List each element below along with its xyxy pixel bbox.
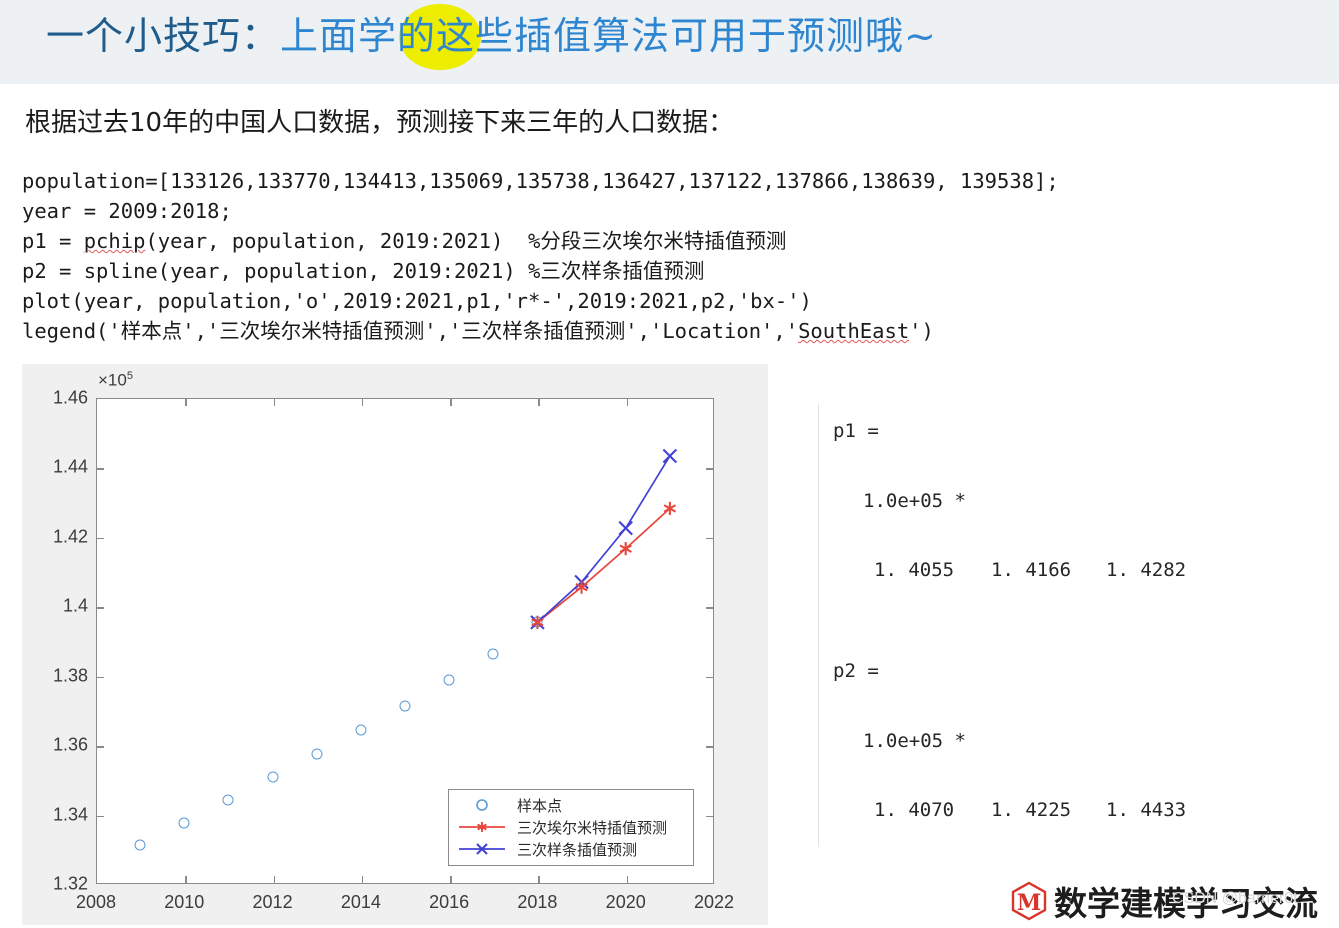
y-tick-label: 1.42 — [52, 526, 88, 547]
matlab-console-output: p1 = 1.0e+05 * 1. 4055 1. 4166 1. 4282 p… — [818, 404, 1269, 847]
p1-label: p1 = — [833, 420, 879, 442]
y-axis-exponent-label: ×105 — [98, 370, 133, 390]
x-tick-label: 2016 — [429, 892, 470, 912]
svg-text:M: M — [1017, 890, 1041, 916]
brand-logo-text: 数学建模学习交流 — [1054, 884, 1318, 923]
p2-label: p2 = — [833, 660, 879, 682]
page-title: 一个小技巧：上面学的这些插值算法可用于预测哦~ — [46, 11, 937, 61]
code-line-1: population=[133126,133770,134413,135069,… — [22, 169, 1059, 193]
slide-header-band: 一个小技巧：上面学的这些插值算法可用于预测哦~ — [0, 0, 1339, 84]
y-tick-label: 1.4 — [62, 595, 88, 616]
description-text: 根据过去10年的中国人口数据，预测接下来三年的人口数据： — [25, 108, 735, 138]
code-line-2: year = 2009:2018; — [22, 199, 232, 223]
p1-value-1: 1. 4055 — [874, 559, 955, 581]
x-tick-label: 2018 — [517, 892, 558, 912]
y-tick-label: 1.38 — [52, 665, 88, 686]
x-tick-label: 2012 — [252, 892, 293, 912]
hexagon-m-icon: M — [1007, 879, 1051, 923]
y-tick-label: 1.34 — [52, 804, 88, 825]
legend-marker — [457, 795, 507, 815]
code-line-3: p1 = pchip(year, population, 2019:2021) … — [22, 229, 787, 253]
p1-scale: 1.0e+05 * — [863, 490, 966, 512]
x-marker — [618, 520, 633, 536]
legend-label: 三次埃尔米特插值预测 — [517, 818, 668, 837]
chart-legend: 样本点三次埃尔米特插值预测 三次样条插值预测 — [448, 789, 694, 866]
p2-value-3: 1. 4433 — [1106, 799, 1187, 821]
legend-entry: 样本点 — [457, 794, 685, 816]
matlab-code-block: population=[133126,133770,134413,135069,… — [22, 166, 1059, 346]
y-tick-label: 1.36 — [52, 734, 88, 755]
legend-label: 三次样条插值预测 — [517, 840, 638, 859]
x-tick-label: 2010 — [164, 892, 205, 912]
x-tick-label: 2020 — [605, 892, 646, 912]
p1-value-3: 1. 4282 — [1106, 559, 1187, 581]
x-tick-label: 2014 — [340, 892, 381, 912]
x-marker — [662, 448, 678, 464]
legend-label: 样本点 — [517, 796, 563, 815]
code-line-5: plot(year, population,'o',2019:2021,p1,'… — [22, 289, 812, 313]
legend-entry: 三次样条插值预测 — [457, 838, 685, 860]
p2-scale: 1.0e+05 * — [863, 730, 966, 752]
x-tick-label: 2008 — [75, 892, 117, 912]
p1-value-2: 1. 4166 — [991, 559, 1072, 581]
brand-logo: M 数学建模学习交流 — [1007, 877, 1318, 925]
legend-marker — [457, 817, 507, 837]
matlab-figure: ×105 1.32 1.34 1.36 1.38 1.4 1.42 1.44 1.46 200… — [22, 364, 768, 925]
legend-entry: 三次埃尔米特插值预测 — [457, 816, 685, 838]
page-title-part-1: 一个小技巧： — [46, 14, 281, 58]
code-line-4: p2 = spline(year, population, 2019:2021)… — [22, 259, 705, 283]
code-line-6: legend('样本点','三次埃尔米特插值预测','三次样条插值预测','Lo… — [22, 319, 934, 343]
x-tick-label: 2022 — [693, 892, 735, 912]
y-tick-label: 1.46 — [52, 387, 88, 408]
p2-value-2: 1. 4225 — [991, 799, 1072, 821]
y-tick-label: 1.44 — [52, 456, 88, 477]
legend-marker — [457, 839, 507, 859]
prediction-line — [536, 455, 671, 623]
page-title-part-2: 上面学的这些插值算法可用于预测哦~ — [280, 14, 937, 58]
p2-value-1: 1. 4070 — [874, 799, 955, 821]
